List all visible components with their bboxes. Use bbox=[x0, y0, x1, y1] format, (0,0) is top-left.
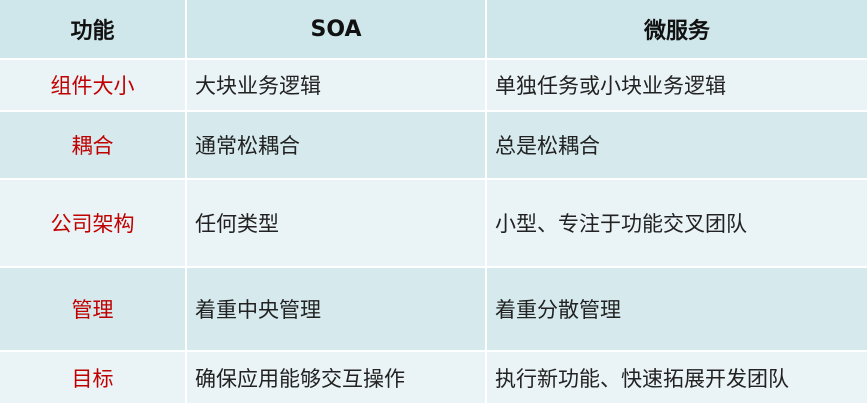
soa-cell: 确保应用能够交互操作 bbox=[185, 352, 485, 403]
table-row: 耦合 通常松耦合 总是松耦合 bbox=[0, 112, 867, 178]
table-row: 管理 着重中央管理 着重分散管理 bbox=[0, 268, 867, 350]
microservice-cell: 小型、专注于功能交叉团队 bbox=[485, 180, 867, 266]
feature-cell: 耦合 bbox=[71, 134, 114, 158]
header-feature: 功能 bbox=[70, 19, 115, 44]
feature-cell: 公司架构 bbox=[50, 212, 135, 236]
table-header-row: 功能 SOA 微服务 bbox=[0, 0, 867, 58]
comparison-table: 功能 SOA 微服务 组件大小 大块业务逻辑 单独任务或小块业务逻辑 耦合 通常… bbox=[0, 0, 867, 403]
table-row: 目标 确保应用能够交互操作 执行新功能、快速拓展开发团队 bbox=[0, 352, 867, 403]
microservice-cell: 着重分散管理 bbox=[485, 268, 867, 350]
feature-cell: 管理 bbox=[71, 298, 114, 322]
soa-cell: 大块业务逻辑 bbox=[185, 60, 485, 110]
header-soa: SOA bbox=[185, 0, 485, 58]
header-microservices: 微服务 bbox=[485, 0, 867, 58]
feature-cell: 目标 bbox=[71, 366, 114, 391]
table-row: 组件大小 大块业务逻辑 单独任务或小块业务逻辑 bbox=[0, 60, 867, 110]
soa-cell: 通常松耦合 bbox=[185, 112, 485, 178]
microservice-cell: 执行新功能、快速拓展开发团队 bbox=[485, 352, 867, 403]
feature-cell: 组件大小 bbox=[50, 74, 135, 98]
microservice-cell: 总是松耦合 bbox=[485, 112, 867, 178]
soa-cell: 着重中央管理 bbox=[185, 268, 485, 350]
soa-cell: 任何类型 bbox=[185, 180, 485, 266]
microservice-cell: 单独任务或小块业务逻辑 bbox=[485, 60, 867, 110]
table-row: 公司架构 任何类型 小型、专注于功能交叉团队 bbox=[0, 180, 867, 266]
